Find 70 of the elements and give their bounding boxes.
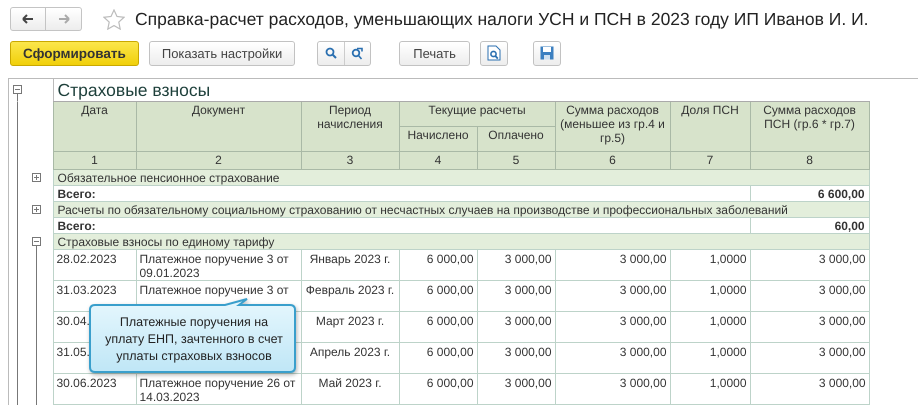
collapse-toggle[interactable] [13,85,22,94]
window-title: Справка-расчет расходов, уменьшающих налоги УСН и ПСН в 2023 году ИП Иванов И. И. [135,8,869,30]
table-cell: 3 000,00 [750,312,870,342]
group-row[interactable]: Страховые взносы по единому тарифу [53,234,870,250]
table-cell: 3 000,00 [477,374,555,404]
column-number: 4 [399,152,477,170]
table-cell: 3 000,00 [555,280,670,312]
print-button[interactable]: Печать [399,40,470,66]
table-cell: 3 000,00 [750,342,870,374]
table-cell: Январь 2023 г. [301,250,399,280]
column-header: Оплачено [477,126,555,152]
table-cell: Апрель 2023 г. [301,342,399,374]
table-cell: 1,0000 [670,312,750,342]
table-cell: 1,0000 [670,374,750,404]
table-cell: Март 2023 г. [301,312,399,342]
back-button[interactable] [10,7,46,31]
column-header: Начислено [399,126,477,152]
expand-toggle[interactable] [32,172,41,182]
generate-button[interactable]: Сформировать [10,40,139,66]
table-cell: 3 000,00 [555,312,670,342]
table-cell: 3 000,00 [750,374,870,404]
column-header: Сумма расходов (меньшее из гр.4 и гр.5) [555,102,670,152]
expand-toggle[interactable] [32,204,41,214]
table-cell: 3 000,00 [750,280,870,312]
table-cell: 3 000,00 [477,280,555,312]
column-number: 5 [477,152,555,170]
search-next-icon [351,46,364,60]
column-number: 8 [750,152,870,170]
table-cell: 3 000,00 [477,342,555,374]
group-row[interactable]: Расчеты по обязательному социальному страхованию от несчастных случаев на производстве и профессиональных заболеваний [53,202,870,218]
table-cell: 6 000,00 [399,374,477,404]
table-cell: 6 000,00 [399,250,477,280]
table-cell: 1,0000 [670,280,750,312]
document-search-icon [486,45,501,61]
column-header: Дата [53,102,136,152]
table-cell: 6 000,00 [399,280,477,312]
table-cell: 1,0000 [670,342,750,374]
star-icon[interactable] [103,8,125,30]
table-cell: Май 2023 г. [301,374,399,404]
save-icon [540,46,554,60]
column-header: Период начисления [301,102,399,152]
table-cell: 3 000,00 [555,342,670,374]
settings-button[interactable]: Показать настройки [148,40,296,66]
table-cell: 6 000,00 [399,342,477,374]
search-icon [325,47,338,59]
column-number: 7 [670,152,750,170]
table-cell: 1,0000 [670,250,750,280]
table-cell: 3 000,00 [477,312,555,342]
table-cell: 3 000,00 [555,374,670,404]
expand-toggle[interactable] [32,236,41,246]
table-cell: 3 000,00 [555,250,670,280]
preview-button[interactable] [480,40,508,66]
column-header: Доля ПСН [670,102,750,152]
table-cell: 28.02.2023 [53,250,136,280]
table-cell: 3 000,00 [750,250,870,280]
table-cell: 3 000,00 [477,250,555,280]
column-header: Документ [136,102,301,152]
save-button[interactable] [532,40,561,66]
table-cell: Платежное поручение 3 от 09.01.2023 [136,250,301,280]
column-number: 3 [301,152,399,170]
back-arrow-icon [22,14,34,24]
column-header: Сумма расходов ПСН (гр.6 * гр.7) [750,102,870,152]
table-cell: Февраль 2023 г. [301,280,399,312]
column-group-header: Текущие расчеты [399,102,555,126]
table-cell: 6 000,00 [399,312,477,342]
forward-arrow-icon [58,14,70,24]
column-number: 2 [136,152,301,170]
column-number: 1 [53,152,136,170]
column-number: 6 [555,152,670,170]
group-row[interactable]: Обязательное пенсионное страхование [53,170,870,186]
